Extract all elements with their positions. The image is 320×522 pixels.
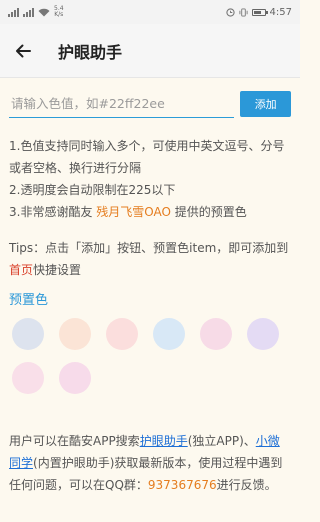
wifi-icon	[38, 8, 50, 16]
contributor-name: 残月飞雪OAO	[96, 205, 171, 219]
footer-part-1: 用户可以在酷安APP搜索	[9, 434, 140, 448]
note-line-1: 1.色值支持同时输入多个，可使用中英文逗号、分号或者空格、换行进行分隔	[9, 139, 285, 175]
tips-suffix: 快捷设置	[33, 263, 82, 277]
status-left: 5.4 K/s	[8, 6, 64, 18]
status-bar: 5.4 K/s 4:57	[0, 0, 300, 24]
tips-highlight: 首页	[9, 263, 34, 277]
signal-icon	[8, 7, 19, 17]
network-speed-unit: K/s	[54, 11, 64, 18]
preset-color-swatch[interactable]	[59, 318, 91, 350]
note-line-3-prefix: 3.非常感谢酷友	[9, 205, 97, 219]
qq-group-number[interactable]: 937367676	[148, 478, 217, 492]
app-bar: 护眼助手	[0, 24, 300, 78]
footer-part-4: 进行反馈。	[216, 478, 277, 492]
note-line-2: 2.透明度会自动限制在225以下	[9, 183, 176, 197]
preset-color-swatch[interactable]	[153, 318, 185, 350]
input-row: 添加	[9, 90, 291, 118]
preset-color-swatch[interactable]	[12, 318, 44, 350]
main-content: 添加 1.色值支持同时输入多个，可使用中英文逗号、分号或者空格、换行进行分隔 2…	[0, 90, 300, 496]
preset-color-swatch[interactable]	[12, 362, 44, 394]
preset-color-swatch[interactable]	[200, 318, 232, 350]
notes: 1.色值支持同时输入多个，可使用中英文逗号、分号或者空格、换行进行分隔 2.透明…	[9, 135, 291, 223]
status-time: 4:57	[269, 6, 292, 18]
network-speed: 5.4 K/s	[54, 6, 64, 18]
add-button[interactable]: 添加	[240, 91, 291, 117]
preset-color-swatch[interactable]	[106, 318, 138, 350]
back-button[interactable]	[12, 40, 34, 62]
footer-info: 用户可以在酷安APP搜索护眼助手(独立APP)、小微同学(内置护眼助手)获取最新…	[9, 430, 291, 496]
alarm-icon	[225, 7, 235, 17]
note-line-3-suffix: 提供的预置色	[170, 205, 247, 219]
app-link-eye-helper[interactable]: 护眼助手	[140, 434, 188, 448]
color-input[interactable]	[9, 90, 235, 118]
arrow-left-icon	[16, 44, 31, 57]
page-title: 护眼助手	[58, 42, 123, 62]
note-line-3: 3.非常感谢酷友 残月飞雪OAO 提供的预置色	[9, 201, 291, 223]
preset-color-swatch[interactable]	[247, 318, 279, 350]
status-right: 4:57	[225, 6, 292, 18]
tips: Tips：点击「添加」按钮、预置色item，即可添加到首页快捷设置	[9, 237, 291, 281]
tips-prefix: Tips：点击「添加」按钮、预置色item，即可添加到	[9, 241, 289, 255]
preset-color-swatch[interactable]	[59, 362, 91, 394]
battery-icon	[251, 8, 268, 16]
preset-title: 预置色	[9, 293, 49, 308]
vibrate-icon	[238, 7, 248, 17]
footer-part-2: (独立APP)、	[187, 434, 256, 448]
preset-swatches	[9, 318, 291, 394]
signal-icon-2	[23, 7, 34, 17]
